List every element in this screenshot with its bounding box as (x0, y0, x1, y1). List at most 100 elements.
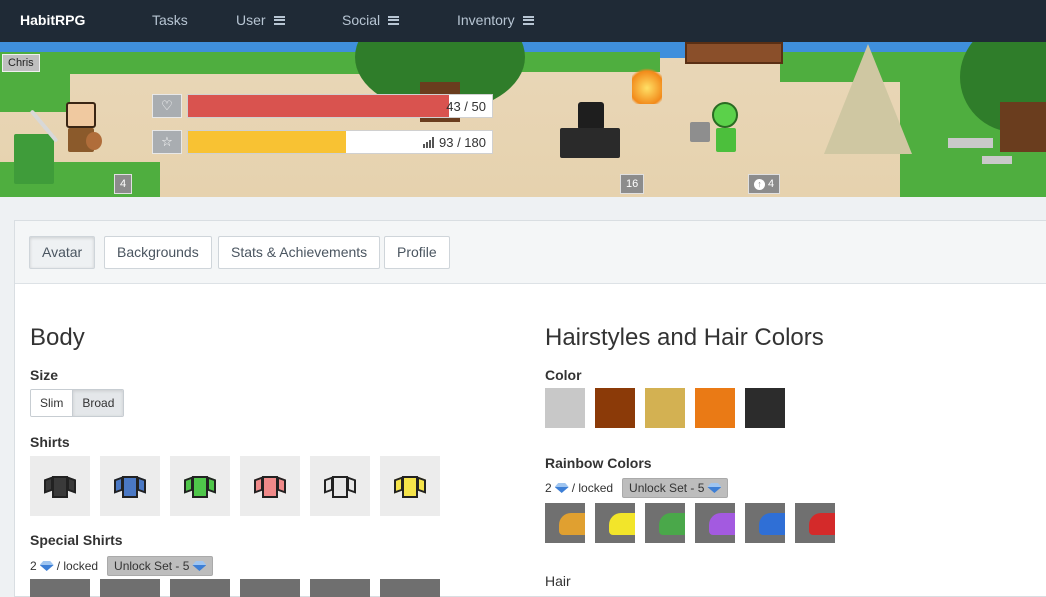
experience-value: 93 / 180 (439, 135, 486, 150)
menu-icon (522, 15, 534, 25)
signal-bars-icon (423, 137, 434, 148)
unlock-set-label: Unlock Set - 5 (629, 481, 705, 495)
rainbow-hair-option[interactable] (745, 503, 785, 543)
avatar-head (66, 102, 96, 128)
level-badge-value: 4 (768, 178, 775, 190)
special-shirt-option[interactable] (380, 579, 440, 597)
experience-bar: 93 / 180 (187, 130, 493, 154)
profile-tabs: Avatar Backgrounds Stats & Achievements … (15, 221, 1046, 284)
tab-stats-achievements[interactable]: Stats & Achievements (218, 236, 381, 269)
size-label: Size (30, 367, 59, 383)
shirt-icon (254, 474, 286, 500)
special-shirt-option[interactable] (310, 579, 370, 597)
avatar-head (578, 102, 604, 130)
shirt-sleeve (137, 476, 146, 494)
gem-cost: 2 (545, 481, 552, 495)
level-badge: 4 (114, 174, 133, 194)
shirt-option[interactable] (30, 456, 90, 516)
hair-color-option[interactable] (745, 388, 785, 428)
size-toggle: Slim Broad (30, 389, 125, 417)
nav-user[interactable]: User (236, 12, 285, 28)
rainbow-hair-option[interactable] (645, 503, 685, 543)
unlock-set-label: Unlock Set - 5 (114, 559, 190, 573)
arrow-up-circle-icon: ↑ (754, 178, 765, 190)
nav-inventory-label: Inventory (457, 12, 515, 28)
gem-cost: 2 (30, 559, 37, 573)
rock-decoration (948, 138, 993, 148)
rainbow-hair-option[interactable] (545, 503, 585, 543)
shirt-option[interactable] (310, 456, 370, 516)
shirt-sleeve (417, 476, 426, 494)
menu-icon (273, 15, 285, 25)
special-shirt-option[interactable] (240, 579, 300, 597)
rainbow-hair-option[interactable] (795, 503, 835, 543)
locked-text: / locked (571, 481, 614, 495)
shirt-icon (184, 474, 216, 500)
special-shirt-option[interactable] (100, 579, 160, 597)
gem-icon (707, 483, 721, 493)
unlock-set-button[interactable]: Unlock Set - 5 (622, 478, 729, 498)
gem-icon (192, 561, 206, 571)
player-avatar[interactable] (14, 96, 104, 191)
player-name-badge: Chris (2, 54, 40, 72)
health-bar-fill (188, 95, 450, 117)
shirt-body (262, 476, 278, 498)
experience-bar-fill (188, 131, 347, 153)
rainbow-hair-option[interactable] (695, 503, 735, 543)
nav-social[interactable]: Social (342, 12, 400, 28)
top-navbar: HabitRPG Tasks User Social Inventory (0, 0, 1046, 42)
spider-mount (560, 128, 620, 158)
shirt-option[interactable] (170, 456, 230, 516)
avatar-head (712, 102, 738, 128)
health-row: ♡ 43 / 50 (152, 94, 493, 118)
rainbow-colors-label: Rainbow Colors (545, 455, 652, 471)
pet-dragon (14, 134, 54, 184)
main-content: Avatar Backgrounds Stats & Achievements … (0, 197, 1046, 597)
shirt-body (402, 476, 418, 498)
nav-tasks[interactable]: Tasks (152, 12, 188, 28)
tent-decoration (824, 44, 912, 154)
size-slim-button[interactable]: Slim (31, 390, 73, 416)
shirt-icon (114, 474, 146, 500)
hair-color-option[interactable] (645, 388, 685, 428)
tree-trunk-decoration (1000, 102, 1046, 152)
level-badge: 16 (620, 174, 645, 194)
hair-label: Hair (545, 573, 571, 589)
party-member-avatar[interactable] (550, 98, 630, 168)
menu-icon (388, 15, 400, 25)
shirt-icon (44, 474, 76, 500)
avatar-panel: Avatar Backgrounds Stats & Achievements … (14, 220, 1046, 597)
nav-inventory[interactable]: Inventory (457, 12, 534, 28)
tab-backgrounds[interactable]: Backgrounds (104, 236, 212, 269)
shirt-option[interactable] (240, 456, 300, 516)
shirt-sleeve (277, 476, 286, 494)
hair-color-option[interactable] (695, 388, 735, 428)
health-bar: 43 / 50 (187, 94, 493, 118)
hair-icon (659, 513, 685, 535)
party-member-avatar[interactable] (690, 100, 750, 160)
level-badge: ↑ 4 (748, 174, 781, 194)
size-broad-button[interactable]: Broad (72, 390, 124, 416)
special-shirt-option[interactable] (170, 579, 230, 597)
shirt-body (122, 476, 138, 498)
rainbow-hair-option[interactable] (595, 503, 635, 543)
shirt-sleeve (207, 476, 216, 494)
shirt-option[interactable] (380, 456, 440, 516)
shirt-sleeve (347, 476, 356, 494)
shirt-icon (324, 474, 356, 500)
hair-color-option[interactable] (595, 388, 635, 428)
hair-color-option[interactable] (545, 388, 585, 428)
shirts-label: Shirts (30, 434, 70, 450)
gem-icon (40, 561, 54, 571)
star-icon: ☆ (152, 130, 182, 154)
avatar-body (716, 128, 736, 152)
unlock-set-button[interactable]: Unlock Set - 5 (107, 556, 214, 576)
special-shirt-option[interactable] (30, 579, 90, 597)
tab-avatar[interactable]: Avatar (29, 236, 96, 269)
rainbow-colors-lock: 2 / locked Unlock Set - 5 (545, 478, 729, 498)
nav-social-label: Social (342, 12, 381, 28)
health-value: 43 / 50 (446, 99, 486, 114)
shirt-option[interactable] (100, 456, 160, 516)
brand-logo[interactable]: HabitRPG (20, 12, 85, 28)
tab-profile[interactable]: Profile (384, 236, 450, 269)
